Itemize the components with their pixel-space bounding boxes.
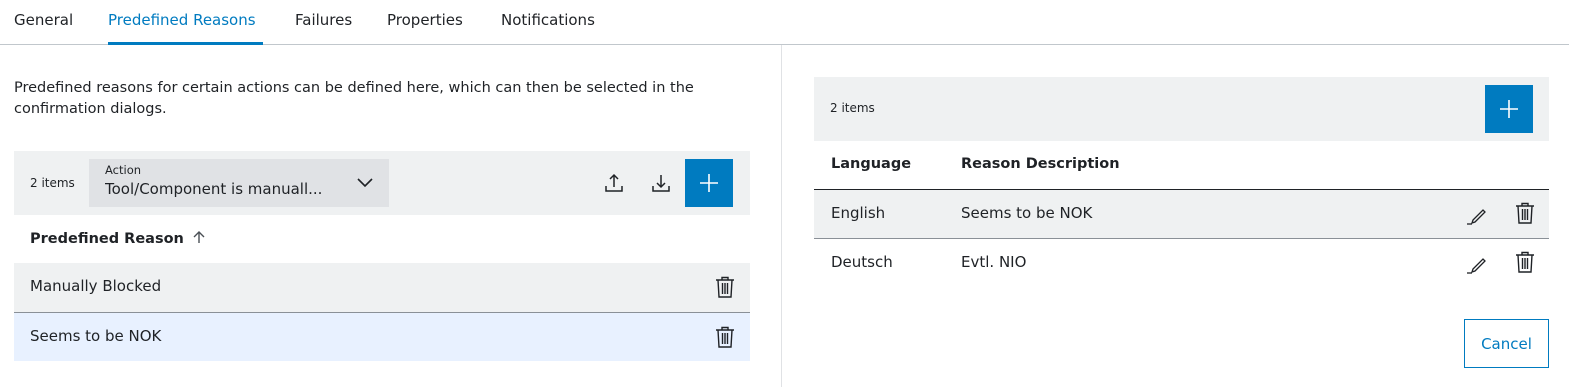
upload-icon (605, 173, 623, 192)
reasons-toolbar: 2 items Action Tool/Component is manuall… (14, 151, 750, 215)
add-icon (700, 174, 718, 192)
tab-predefined-reasons[interactable]: Predefined Reasons (108, 11, 256, 29)
table-row[interactable]: Manually Blocked (14, 263, 750, 312)
chevron-down-icon (357, 178, 373, 188)
add-translation-button[interactable] (1485, 85, 1533, 133)
language-cell: English (831, 204, 886, 222)
item-count: 2 items (830, 101, 875, 115)
column-header-language[interactable]: Language (831, 156, 911, 172)
column-header-predefined-reason[interactable]: Predefined Reason (30, 230, 206, 247)
tab-properties[interactable]: Properties (387, 11, 463, 29)
tab-notifications[interactable]: Notifications (501, 11, 595, 29)
delete-button[interactable] (1514, 250, 1536, 274)
add-icon (1500, 100, 1518, 118)
tab-failures[interactable]: Failures (295, 11, 352, 29)
trash-icon (716, 276, 734, 298)
edit-button[interactable] (1466, 204, 1488, 226)
upload-button[interactable] (596, 165, 632, 201)
delete-button[interactable] (714, 275, 736, 299)
action-select-label: Action (105, 163, 142, 177)
trash-icon (1516, 251, 1534, 273)
action-select[interactable]: Action Tool/Component is manuall... (89, 159, 389, 207)
reason-cell: Manually Blocked (30, 277, 162, 295)
table-row[interactable]: Seems to be NOK (14, 312, 750, 361)
tab-bar: General Predefined Reasons Failures Prop… (0, 0, 1569, 45)
arrow-up-icon[interactable] (192, 230, 206, 244)
download-icon (652, 175, 670, 192)
pencil-icon (1467, 258, 1486, 274)
reason-cell: Seems to be NOK (30, 327, 162, 345)
intro-text: Predefined reasons for certain actions c… (14, 80, 694, 117)
table-row[interactable]: Deutsch Evtl. NIO (814, 239, 1549, 288)
translations-toolbar: 2 items (814, 77, 1549, 141)
description-cell: Evtl. NIO (961, 253, 1027, 271)
cancel-button[interactable]: Cancel (1464, 319, 1549, 368)
action-select-value: Tool/Component is manuall... (105, 180, 323, 198)
trash-icon (716, 326, 734, 348)
trash-icon (1516, 202, 1534, 224)
download-button[interactable] (643, 165, 679, 201)
active-tab-indicator (108, 42, 263, 45)
description-cell: Seems to be NOK (961, 204, 1093, 222)
delete-button[interactable] (1514, 201, 1536, 225)
column-header-reason-description[interactable]: Reason Description (961, 156, 1120, 172)
table-row[interactable]: English Seems to be NOK (814, 190, 1549, 239)
delete-button[interactable] (714, 325, 736, 349)
edit-button[interactable] (1466, 253, 1488, 275)
item-count: 2 items (30, 176, 75, 190)
add-reason-button[interactable] (685, 159, 733, 207)
panel-divider (781, 45, 782, 387)
language-cell: Deutsch (831, 253, 893, 271)
pencil-icon (1467, 209, 1486, 225)
column-header-label: Predefined Reason (30, 231, 184, 247)
tab-general[interactable]: General (14, 11, 73, 29)
